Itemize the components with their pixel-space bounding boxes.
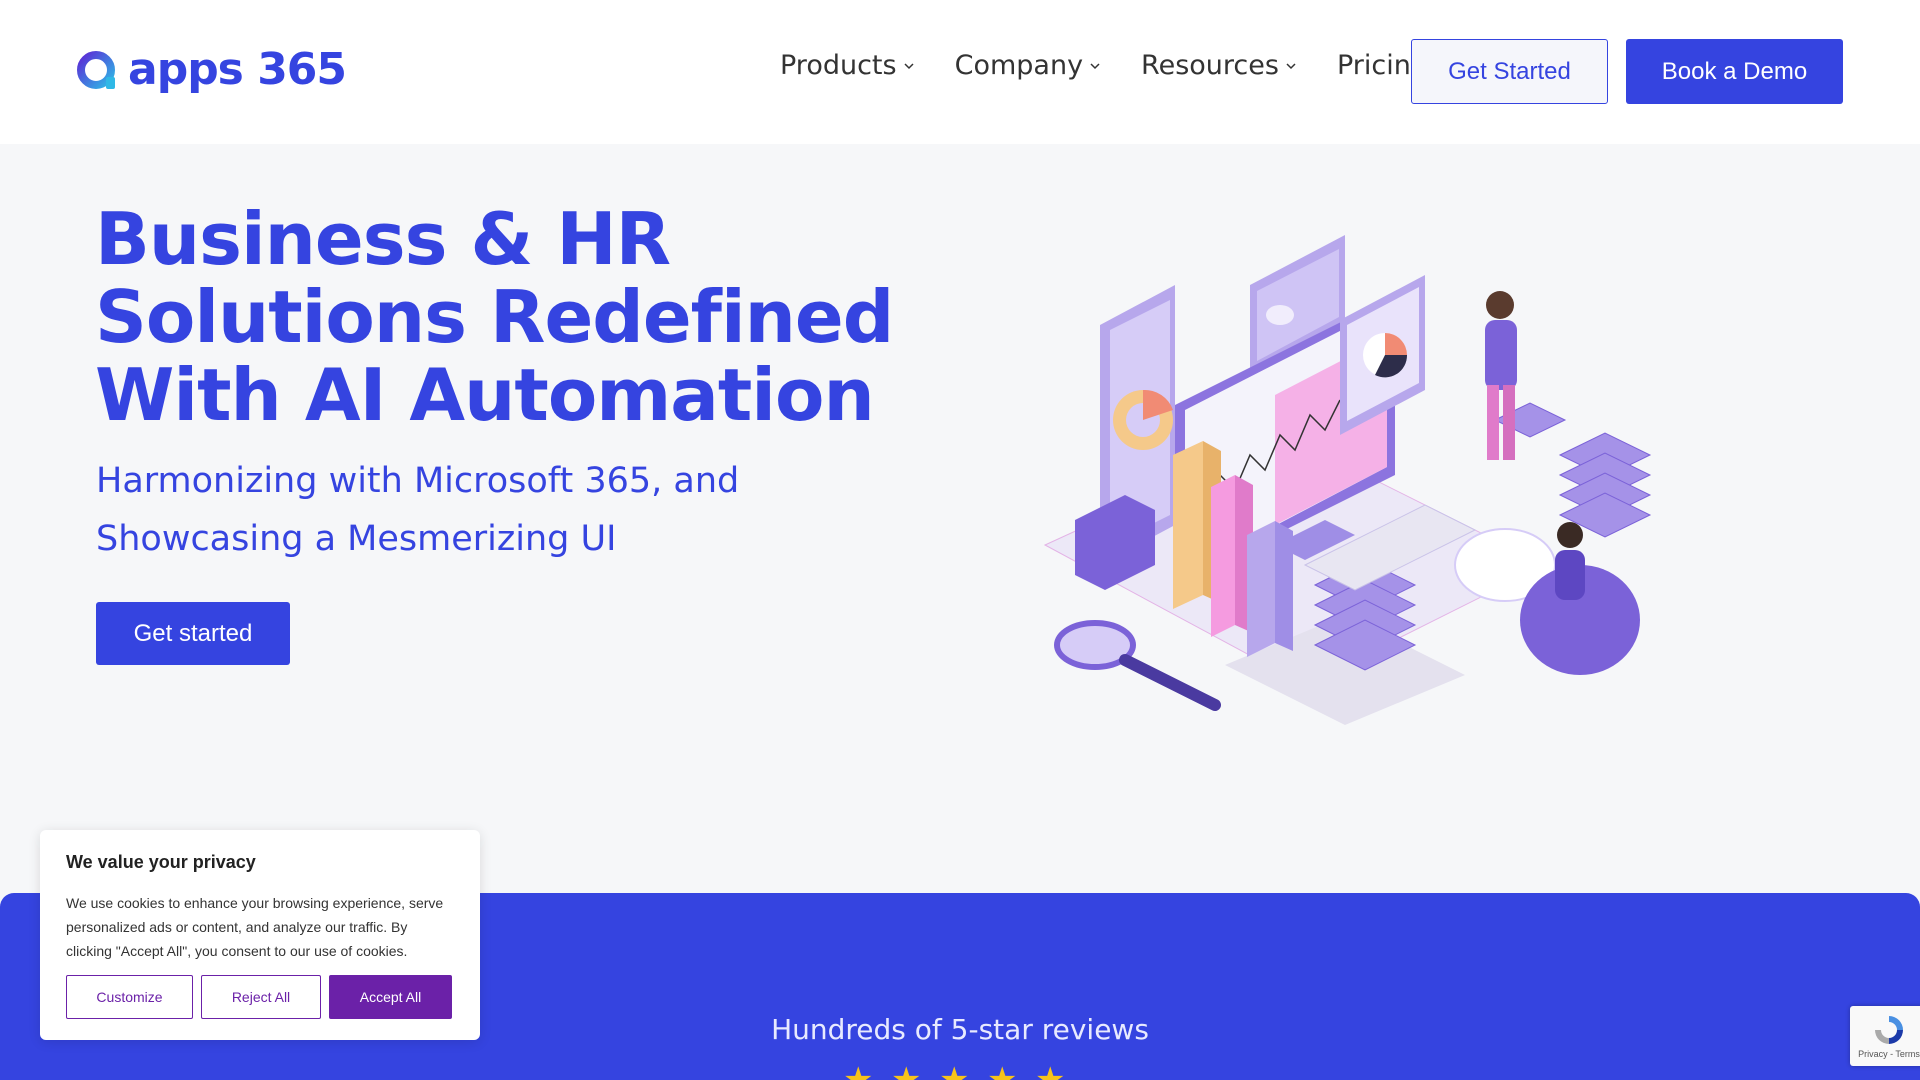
- hero-title: Business & HR Solutions Redefined With A…: [95, 200, 915, 434]
- star-icon: ★: [843, 1061, 874, 1080]
- nav-products-label: Products: [780, 50, 897, 81]
- nav-resources[interactable]: Resources: [1141, 50, 1297, 81]
- recaptcha-label: Privacy - Terms: [1858, 1049, 1920, 1059]
- cookie-actions: Customize Reject All Accept All: [66, 975, 452, 1019]
- brand-name: apps 365: [128, 44, 347, 95]
- nav-company[interactable]: Company: [955, 50, 1101, 81]
- cookie-title: We value your privacy: [66, 852, 256, 872]
- recaptcha-badge[interactable]: Privacy - Terms: [1850, 1006, 1920, 1066]
- chevron-down-icon: [1286, 62, 1296, 69]
- logo-mark-icon: [77, 50, 115, 89]
- hero-title-line-3: With AI Automation: [95, 353, 875, 437]
- hero-title-line-1: Business & HR: [95, 197, 671, 281]
- star-icon: ★: [939, 1061, 970, 1080]
- cookie-customize-button[interactable]: Customize: [66, 975, 193, 1019]
- star-icon: ★: [987, 1061, 1018, 1080]
- hero-title-line-2: Solutions Redefined: [95, 275, 894, 359]
- chevron-down-icon: [1090, 62, 1100, 69]
- site-header: apps 365 Products Company Resources Pric…: [0, 0, 1920, 144]
- nav-company-label: Company: [954, 50, 1084, 81]
- isometric-dashboard-illustration: [1043, 235, 1652, 725]
- five-star-rating: ★ ★ ★ ★ ★: [843, 1061, 1066, 1080]
- cookie-reject-button[interactable]: Reject All: [201, 975, 321, 1019]
- cookie-body: We use cookies to enhance your browsing …: [66, 895, 444, 959]
- nav-products[interactable]: Products: [780, 50, 915, 81]
- cookie-accept-button[interactable]: Accept All: [329, 975, 452, 1019]
- star-icon: ★: [1035, 1061, 1066, 1080]
- book-demo-button[interactable]: Book a Demo: [1626, 39, 1843, 104]
- nav-resources-label: Resources: [1141, 50, 1279, 81]
- hero-subtitle: Harmonizing with Microsoft 365, and Show…: [96, 461, 740, 559]
- cookie-consent-banner: We value your privacy We use cookies to …: [40, 830, 480, 1040]
- chevron-down-icon: [904, 62, 914, 69]
- brand-logo[interactable]: apps 365: [76, 44, 347, 95]
- main-nav: Products Company Resources Pricing: [780, 50, 1428, 81]
- recaptcha-icon: [1875, 1016, 1903, 1044]
- get-started-header-button[interactable]: Get Started: [1411, 39, 1608, 104]
- star-icon: ★: [891, 1061, 922, 1080]
- hero-get-started-button[interactable]: Get started: [96, 602, 290, 665]
